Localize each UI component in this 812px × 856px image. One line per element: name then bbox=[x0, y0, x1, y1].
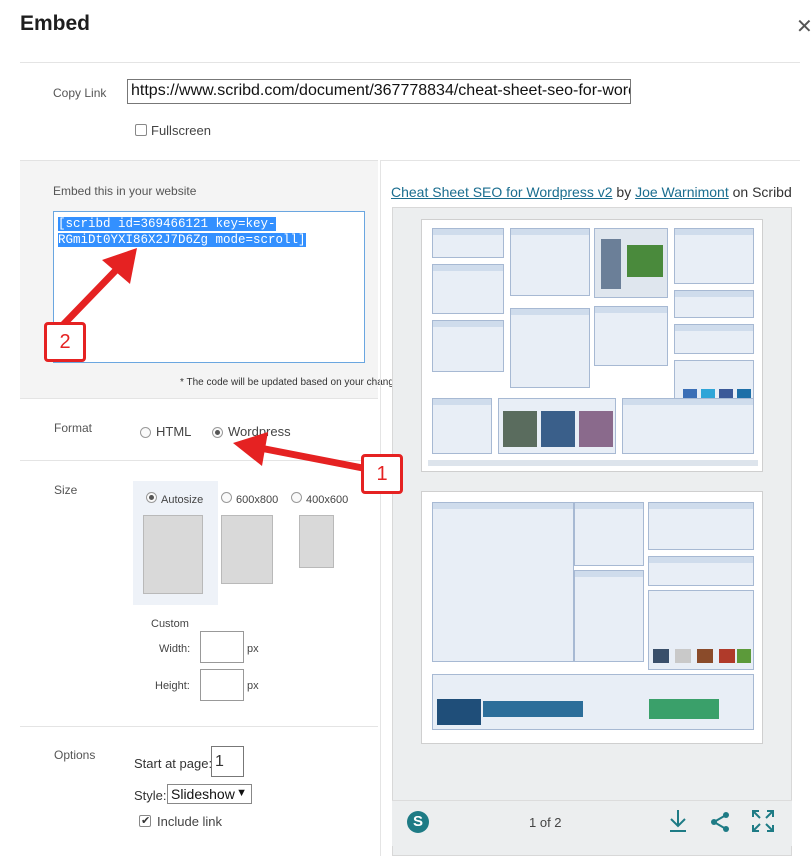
annotation-arrows bbox=[57, 248, 374, 474]
annotation-1-badge: 1 bbox=[361, 454, 403, 494]
annotation-2-badge: 2 bbox=[44, 322, 86, 362]
